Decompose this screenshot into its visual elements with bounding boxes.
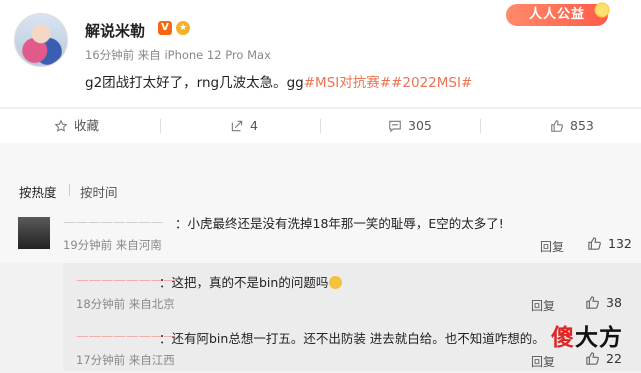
reply-item: ———————— ：这把，真的不是bin的问题吗 18分钟前 来自北京 回复 3… <box>63 263 641 317</box>
watermark-char: 傻 <box>551 325 575 351</box>
comment-item: ———————— ：小虎最终还是没有洗掉18年那一笑的耻辱，E空的太多了! 19… <box>0 203 641 263</box>
sort-by-hot[interactable]: 按热度 <box>19 182 57 201</box>
like-count: 853 <box>570 118 594 133</box>
verified-v-icon: V <box>158 21 172 35</box>
reply-list: ———————— ：这把，真的不是bin的问题吗 18分钟前 来自北京 回复 3… <box>63 263 641 371</box>
username[interactable]: 解说米勒 <box>85 20 145 41</box>
thumbs-up-icon <box>551 120 563 132</box>
post-content: g2团战打太好了，rng几波太急。gg#MSI对抗赛##2022MSI# <box>85 71 472 91</box>
repost-button[interactable]: 4 <box>230 109 258 143</box>
watermark-rest: 大方 <box>575 325 623 351</box>
reply-meta: 17分钟前 来自江西 <box>76 353 175 367</box>
divider <box>69 184 70 196</box>
hashtag-2022msi[interactable]: #2022MSI# <box>391 75 472 91</box>
reply-like-button[interactable]: 38 <box>585 295 622 310</box>
comment-like-count: 132 <box>608 236 632 251</box>
reply-like-count: 22 <box>606 351 622 366</box>
watermark: 傻大方 <box>551 318 623 352</box>
repost-icon <box>231 120 243 132</box>
like-button[interactable]: 853 <box>550 109 594 143</box>
divider <box>320 119 321 133</box>
favorite-button[interactable]: 收藏 <box>54 109 99 143</box>
comment-meta: 19分钟前 来自河南 <box>63 238 162 252</box>
comment-text: ：小虎最终还是没有洗掉18年那一笑的耻辱，E空的太多了! <box>175 213 504 232</box>
reply-like-button[interactable]: 22 <box>585 351 622 366</box>
divider <box>480 119 481 133</box>
sort-bar: 按热度 按时间 <box>0 143 641 203</box>
commenter-name[interactable]: ———————— <box>63 214 163 229</box>
star-icon <box>54 119 68 132</box>
avatar[interactable] <box>14 13 68 67</box>
reply-text: ：这把，真的不是bin的问题吗 <box>159 272 343 291</box>
thumbs-up-icon <box>586 296 599 309</box>
comment-text-body: ：小虎最终还是没有洗掉18年那一笑的耻辱，E空的太多了! <box>175 216 504 231</box>
reply-like-count: 38 <box>606 295 622 310</box>
thumbs-up-icon <box>588 237 601 250</box>
thumbs-up-icon <box>586 352 599 365</box>
sun-icon <box>592 0 612 20</box>
hashtag-msi[interactable]: #MSI对抗赛# <box>304 75 391 91</box>
gold-badge-icon: ★ <box>176 21 190 35</box>
reply-text-body: ：这把，真的不是bin的问题吗 <box>159 275 329 290</box>
repost-count: 4 <box>250 118 258 133</box>
commenter-avatar[interactable] <box>18 217 50 249</box>
reply-meta: 18分钟前 来自北京 <box>76 297 175 311</box>
comment-like-button[interactable]: 132 <box>587 236 632 251</box>
divider <box>160 119 161 133</box>
sort-by-time[interactable]: 按时间 <box>80 182 118 201</box>
emoji-icon <box>329 276 343 289</box>
reply-text: ：还有阿bin总想一打五。还不出防装 进去就白给。也不知道咋想的。 <box>159 331 545 346</box>
reply-button[interactable]: 回复 <box>540 238 564 255</box>
post-card: 解说米勒 V ★ 人人公益 16分钟前 来自 iPhone 12 Pro Max… <box>0 0 641 107</box>
action-bar: 收藏 4 305 853 <box>0 108 641 143</box>
post-text: g2团战打太好了，rng几波太急。gg <box>85 75 304 91</box>
comment-button[interactable]: 305 <box>388 109 432 143</box>
favorite-label: 收藏 <box>74 118 100 133</box>
comment-count: 305 <box>408 118 432 133</box>
reply-button[interactable]: 回复 <box>531 353 555 370</box>
post-meta: 16分钟前 来自 iPhone 12 Pro Max <box>85 48 271 62</box>
reply-button[interactable]: 回复 <box>531 297 555 314</box>
comment-icon <box>389 120 401 133</box>
